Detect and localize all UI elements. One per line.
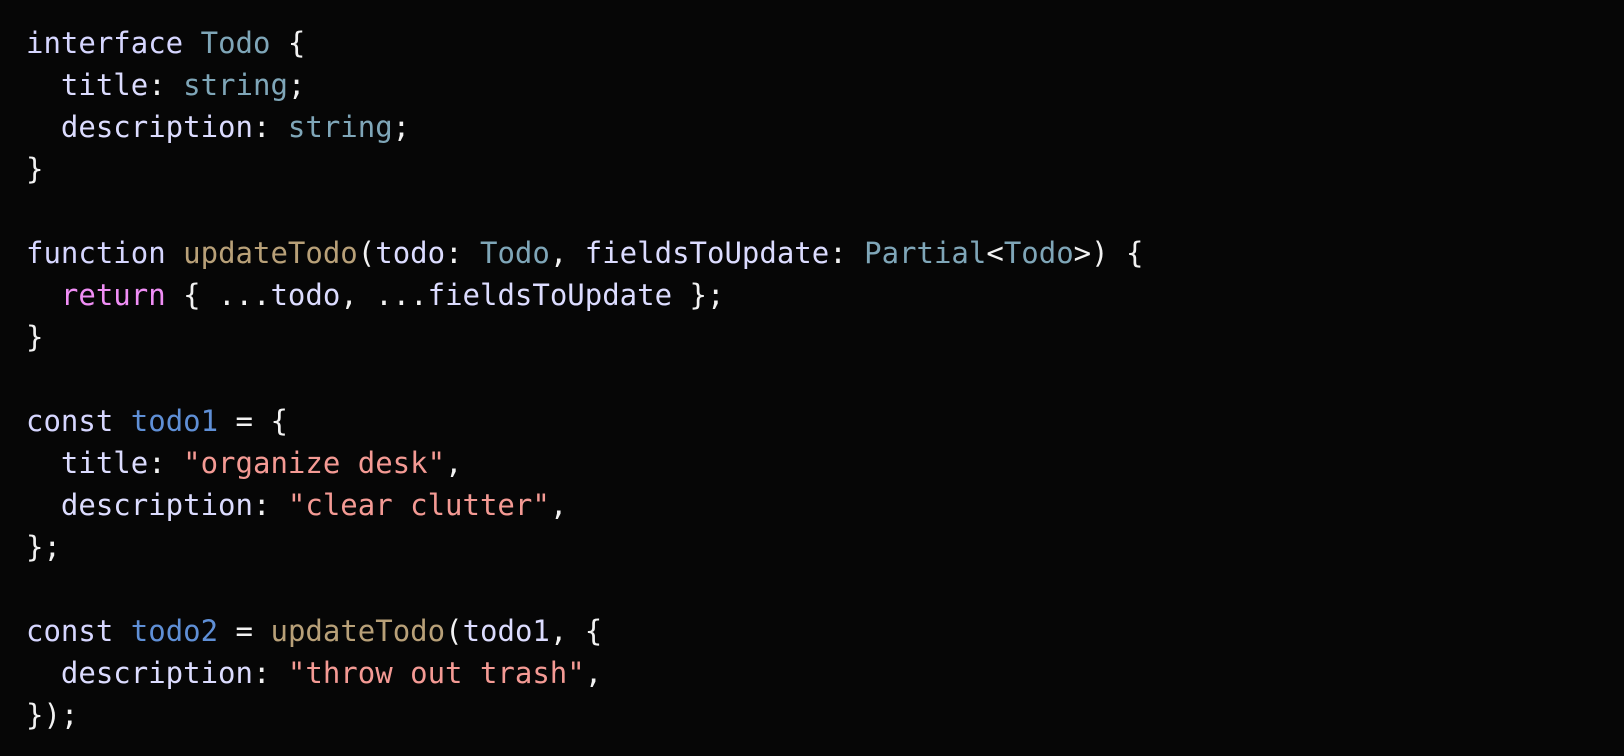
code-line: return { ...todo, ...fieldsToUpdate }; [26, 274, 1598, 316]
code-token: fieldsToUpdate [427, 278, 673, 312]
code-token: todo [375, 236, 446, 270]
code-token: , ... [340, 278, 428, 312]
code-line: const todo1 = { [26, 400, 1598, 442]
code-token: title [26, 446, 149, 480]
code-token: , { [549, 614, 603, 648]
code-token: const [26, 614, 114, 648]
code-token: updateTodo [183, 236, 358, 270]
code-token: Partial [864, 236, 987, 270]
code-line: } [26, 148, 1598, 190]
code-token: = { [218, 404, 288, 438]
code-token: string [287, 110, 393, 144]
code-token: todo [270, 278, 341, 312]
code-token: fieldsToUpdate [584, 236, 830, 270]
code-token: description [26, 656, 253, 690]
code-line: description: string; [26, 106, 1598, 148]
code-token: , [584, 656, 603, 690]
code-token: return [60, 278, 166, 312]
code-token: ; [287, 68, 306, 102]
code-line: }); [26, 694, 1598, 736]
code-token: { ... [165, 278, 271, 312]
code-block: interface Todo { title: string; descript… [0, 0, 1624, 756]
code-token: title [26, 68, 149, 102]
code-token: "organize desk" [183, 446, 446, 480]
code-token: = [218, 614, 271, 648]
code-line: const todo2 = updateTodo(todo1, { [26, 610, 1598, 652]
code-token: : [829, 236, 865, 270]
code-token: }; [26, 530, 61, 564]
code-line: title: "organize desk", [26, 442, 1598, 484]
code-token: : [252, 488, 288, 522]
code-token: const [26, 404, 114, 438]
code-token: < [986, 236, 1004, 270]
code-token: function [26, 236, 166, 270]
code-line: } [26, 316, 1598, 358]
code-token: } [26, 152, 44, 186]
code-token: : [148, 446, 184, 480]
code-token: }); [26, 698, 79, 732]
code-token: string [183, 68, 288, 102]
code-token: ; [392, 110, 411, 144]
code-token: : [148, 68, 184, 102]
code-token: { [270, 26, 306, 60]
code-line: interface Todo { [26, 22, 1598, 64]
code-token: interface [26, 26, 184, 60]
code-token: "throw out trash" [287, 656, 585, 690]
code-token: description [26, 488, 253, 522]
code-token: } [26, 320, 44, 354]
code-token: updateTodo [270, 614, 446, 648]
code-token: , [549, 236, 585, 270]
code-token: : [445, 236, 480, 270]
code-token: Todo [1003, 236, 1074, 270]
code-token: ( [445, 614, 463, 648]
code-token: , [549, 488, 568, 522]
code-token: todo1 [130, 404, 219, 438]
code-token: , [445, 446, 463, 480]
code-token: "clear clutter" [287, 488, 550, 522]
code-token: >) { [1073, 236, 1144, 270]
code-line: description: "clear clutter", [26, 484, 1598, 526]
code-token: todo2 [130, 614, 219, 648]
code-token: : [252, 110, 288, 144]
code-line: function updateTodo(todo: Todo, fieldsTo… [26, 232, 1598, 274]
code-token: Todo [480, 236, 550, 270]
code-token: todo1 [462, 614, 550, 648]
code-token: : [252, 656, 288, 690]
code-line: title: string; [26, 64, 1598, 106]
code-line: }; [26, 526, 1598, 568]
code-token: Todo [200, 26, 271, 60]
code-line: description: "throw out trash", [26, 652, 1598, 694]
code-token: ( [357, 236, 376, 270]
code-token: description [26, 110, 253, 144]
code-token: }; [672, 278, 725, 312]
